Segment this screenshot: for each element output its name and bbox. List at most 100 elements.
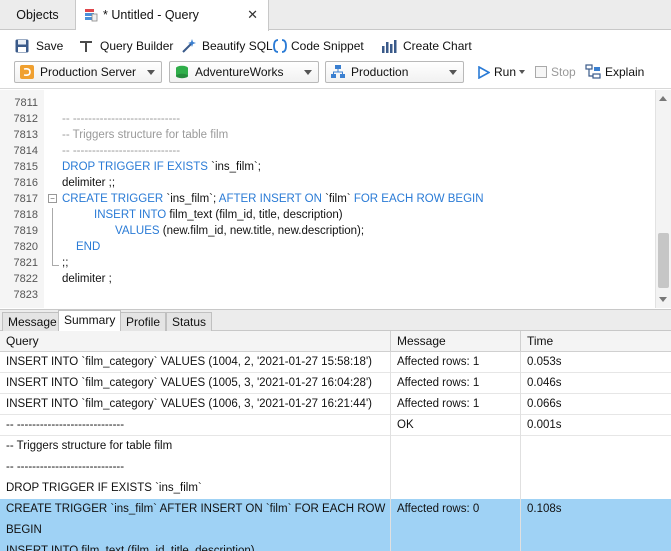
fold-toggle-icon[interactable]: − — [48, 194, 57, 203]
scrollbar-thumb[interactable] — [658, 233, 669, 288]
editor-toolbar: Save Query Builder Beautify SQL Code Sni… — [0, 31, 671, 59]
code-text: -- ---------------------------- — [62, 111, 180, 127]
table-row[interactable]: CREATE TRIGGER `ins_film` AFTER INSERT O… — [0, 499, 671, 520]
server-select-label: Production Server — [40, 65, 137, 79]
code-line[interactable]: 7821;; — [0, 255, 655, 271]
tab-summary[interactable]: Summary — [58, 310, 122, 331]
line-number: 7822 — [13, 273, 38, 285]
database-select[interactable]: AdventureWorks — [169, 61, 319, 83]
table-row[interactable]: -- Triggers structure for table film — [0, 436, 671, 457]
query-cell: INSERT INTO `film_category` VALUES (1006… — [0, 394, 391, 415]
code-line[interactable]: 7812 -- ---------------------------- — [0, 111, 655, 127]
time-cell — [521, 541, 671, 551]
code-line[interactable]: 7816 delimiter ;; — [0, 175, 655, 191]
create-chart-label: Create Chart — [403, 39, 472, 53]
column-header-time[interactable]: Time — [521, 331, 671, 352]
code-text: INSERT INTO film_text (film_id, title, d… — [94, 207, 343, 223]
column-header-message[interactable]: Message — [391, 331, 521, 352]
close-tab-icon[interactable]: ✕ — [247, 0, 258, 30]
server-icon — [20, 65, 34, 79]
table-row[interactable]: INSERT INTO `film_category` VALUES (1004… — [0, 352, 671, 373]
tab-profile[interactable]: Profile — [120, 312, 167, 332]
column-header-query[interactable]: Query — [0, 331, 391, 352]
code-line[interactable]: 7815 DROP TRIGGER IF EXISTS `ins_film`; — [0, 159, 655, 175]
sql-token: film_text (film_id, title, description) — [169, 209, 343, 221]
query-cell: BEGIN — [0, 520, 391, 541]
code-line[interactable]: 7819 VALUES (new.film_id, new.title, new.… — [0, 223, 655, 239]
query-builder-label: Query Builder — [100, 39, 174, 53]
sql-keyword: AFTER INSERT ON — [218, 193, 326, 205]
sql-token: ;; — [62, 257, 69, 269]
time-cell: 0.001s — [527, 419, 562, 431]
tab-objects[interactable]: Objects — [0, 0, 76, 30]
table-row[interactable]: INSERT INTO `film_category` VALUES (1006… — [0, 394, 671, 415]
result-tabs: Message Summary Profile Status — [0, 309, 671, 332]
query-cell: -- Triggers structure for table film — [0, 436, 391, 457]
play-icon — [478, 66, 490, 79]
table-row[interactable]: INSERT INTO film_text (film_id, title, d… — [0, 541, 671, 551]
sql-token: (new.film_id, new.title, new.description… — [162, 225, 365, 237]
time-cell: 0.046s — [527, 377, 562, 389]
sql-token: `film` — [325, 193, 354, 205]
sql-keyword: INSERT INTO — [94, 209, 170, 221]
sql-token: `ins_film`; — [166, 193, 219, 205]
query-cell: -- ---------------------------- — [0, 415, 391, 436]
line-number: 7819 — [13, 225, 38, 237]
sql-editor[interactable]: 7811 7812 -- ---------------------------- 7… — [0, 90, 671, 308]
sql-comment: -- ---------------------------- — [62, 145, 181, 157]
table-row[interactable]: -- ---------------------------- OK 0.001s — [0, 415, 671, 436]
code-text: delimiter ; — [62, 271, 112, 287]
tab-query-label: * Untitled - Query — [103, 8, 199, 22]
save-icon — [15, 39, 29, 53]
table-row[interactable]: INSERT INTO `film_category` VALUES (1005… — [0, 373, 671, 394]
table-row[interactable]: DROP TRIGGER IF EXISTS `ins_film` — [0, 478, 671, 499]
table-row[interactable]: -- ---------------------------- — [0, 457, 671, 478]
message-cell: Affected rows: 1 — [391, 373, 521, 394]
query-cell: DROP TRIGGER IF EXISTS `ins_film` — [0, 478, 391, 499]
code-line[interactable]: 7813 -- Triggers structure for table film — [0, 127, 655, 143]
scroll-up-icon[interactable] — [659, 96, 667, 101]
code-snippet-label: Code Snippet — [291, 39, 364, 53]
tab-status[interactable]: Status — [166, 312, 213, 332]
line-number: 7813 — [13, 129, 38, 141]
code-line[interactable]: 7822 delimiter ; — [0, 271, 655, 287]
sql-comment: -- Triggers structure for table film — [62, 129, 229, 141]
schema-select[interactable]: Production — [325, 61, 464, 83]
tab-message[interactable]: Message — [2, 312, 63, 332]
message-cell: Affected rows: 0 — [391, 499, 521, 520]
code-line[interactable]: 7817 − CREATE TRIGGER `ins_film`; AFTER IN… — [0, 191, 655, 207]
code-line[interactable]: 7814 -- ---------------------------- — [0, 143, 655, 159]
time-cell: 0.053s — [527, 356, 562, 368]
code-line[interactable]: 7811 — [0, 95, 655, 111]
message-cell — [391, 478, 521, 499]
code-line[interactable]: 7820 END — [0, 239, 655, 255]
run-dropdown-chevron-icon[interactable] — [519, 70, 525, 74]
editor-scrollbar[interactable] — [655, 90, 671, 308]
query-cell: CREATE TRIGGER `ins_film` AFTER INSERT O… — [0, 499, 391, 520]
message-cell: Affected rows: 1 — [391, 352, 521, 373]
code-line[interactable]: 7818 INSERT INTO film_text (film_id, titl… — [0, 207, 655, 223]
message-cell — [391, 457, 521, 478]
server-select[interactable]: Production Server — [14, 61, 162, 83]
beautify-sql-label: Beautify SQL — [202, 39, 273, 53]
line-number: 7814 — [13, 145, 38, 157]
code-text: CREATE TRIGGER `ins_film`; AFTER INSERT … — [62, 191, 484, 207]
message-cell: Affected rows: 1 — [391, 394, 521, 415]
time-cell — [521, 457, 671, 478]
scroll-down-icon[interactable] — [659, 297, 667, 302]
code-text: -- ---------------------------- — [62, 143, 180, 159]
line-number: 7817 — [13, 193, 38, 205]
fold-guide — [52, 208, 53, 265]
schema-icon — [331, 65, 345, 78]
fold-guide-end — [52, 265, 59, 266]
tab-untitled-query[interactable]: * Untitled - Query ✕ — [76, 0, 269, 31]
sql-token: delimiter ;; — [62, 177, 116, 189]
table-row[interactable]: BEGIN — [0, 520, 671, 541]
code-line[interactable]: 7823 — [0, 287, 655, 303]
code-text: VALUES (new.film_id, new.title, new.desc… — [115, 223, 364, 239]
message-cell — [391, 436, 521, 457]
line-number: 7820 — [13, 241, 38, 253]
database-icon — [176, 65, 188, 79]
time-cell — [521, 478, 671, 499]
time-cell — [521, 520, 671, 541]
